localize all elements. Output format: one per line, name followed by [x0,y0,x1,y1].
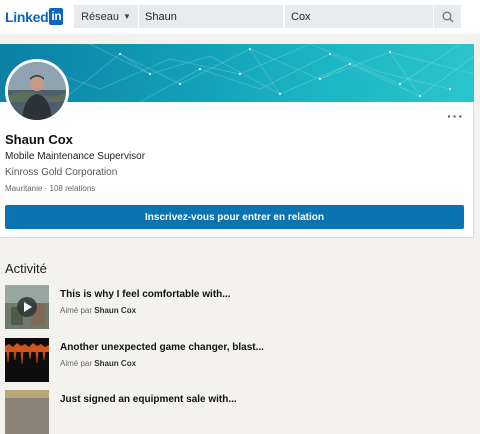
profile-headline: Mobile Maintenance Supervisor [5,151,146,162]
profile-connections: 108 relations [49,184,96,193]
activity-item[interactable]: This is why I feel comfortable with... A… [5,285,465,329]
liked-by-name[interactable]: Shaun Cox [94,359,136,368]
activity-item-liked-by: Aimé par Shaun Cox [60,306,136,315]
more-options-icon[interactable]: ··· [447,108,464,124]
profile-avatar [5,59,69,123]
logo-in-badge: in [49,8,64,25]
linkedin-logo[interactable]: Linked in [5,7,64,26]
profile-location-line: Mauritanie · 108 relations [5,184,95,193]
activity-thumbnail-blast [5,338,49,382]
profile-banner [0,44,474,102]
profile-location: Mauritanie [5,184,43,193]
liked-by-name[interactable]: Shaun Cox [94,306,136,315]
activity-item-title[interactable]: Just signed an equipment sale with... [60,394,237,405]
search-button[interactable] [434,5,461,28]
activity-item[interactable]: Just signed an equipment sale with... [5,390,465,434]
activity-item-liked-by: Aimé par Shaun Cox [60,359,136,368]
search-icon [442,11,453,22]
search-last-name-input[interactable]: Cox [285,5,433,28]
network-label: Réseau [81,10,119,23]
logo-text: Linked [5,8,49,25]
profile-company[interactable]: Kinross Gold Corporation [5,167,117,178]
network-dropdown[interactable]: Réseau ▼ [74,5,138,28]
profile-card: ··· Shaun Cox Mobile Maintenance Supervi… [0,44,474,238]
activity-thumbnail-equipment [5,390,49,434]
separator-dot: · [44,184,48,193]
activity-item[interactable]: Another unexpected game changer, blast..… [5,338,465,382]
activity-thumbnail-video [5,285,49,329]
banner-network-pattern [29,44,474,102]
activity-item-title[interactable]: Another unexpected game changer, blast..… [60,342,264,353]
liked-prefix: Aimé par [60,359,93,368]
activity-item-title[interactable]: This is why I feel comfortable with... [60,289,231,300]
top-navigation-bar: Linked in Réseau ▼ Shaun Cox [0,0,480,34]
profile-name: Shaun Cox [5,132,73,147]
caret-down-icon: ▼ [123,12,131,21]
search-first-name-input[interactable]: Shaun [139,5,283,28]
liked-prefix: Aimé par [60,306,93,315]
activity-heading: Activité [5,261,47,276]
connect-button[interactable]: Inscrivez-vous pour entrer en relation [5,205,464,229]
